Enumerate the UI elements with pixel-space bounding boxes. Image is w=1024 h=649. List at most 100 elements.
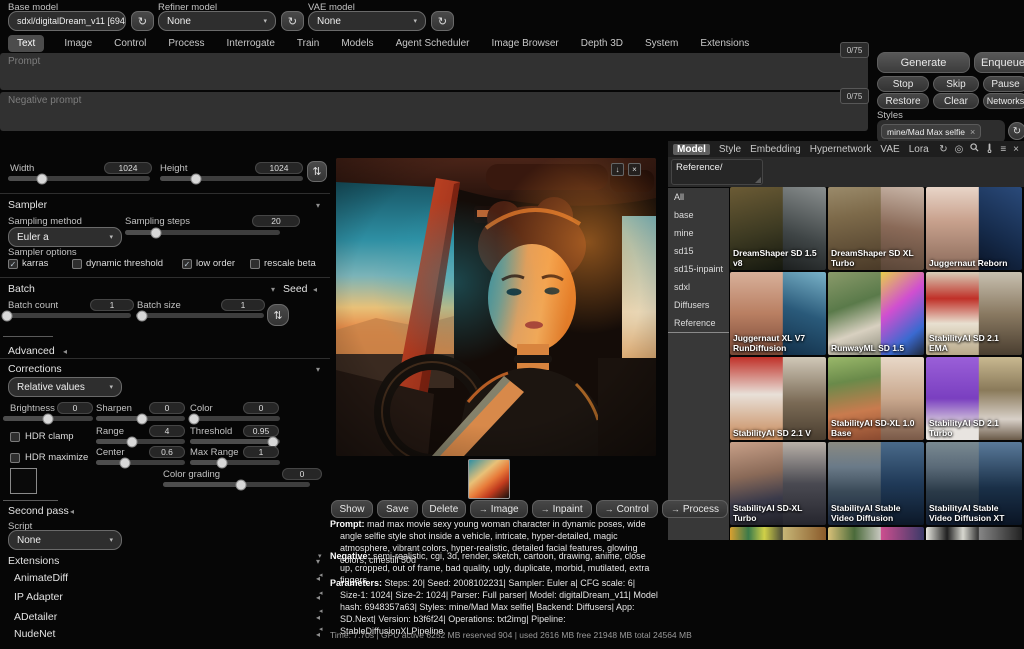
extension-ip-adapter[interactable]: IP Adapter (14, 591, 63, 603)
advanced-section-header[interactable]: Advanced (8, 345, 55, 357)
color-value[interactable]: 0 (243, 402, 279, 414)
threshold-slider[interactable] (190, 439, 280, 444)
model-card[interactable]: StabilityAI Stable Video Diffusion XT (926, 442, 1022, 525)
model-card[interactable] (926, 527, 1022, 540)
save-button[interactable]: Save (377, 500, 418, 518)
search-icon[interactable] (970, 143, 979, 155)
sharpen-value[interactable]: 0 (149, 402, 185, 414)
batch-count-value[interactable]: 1 (90, 299, 134, 311)
networks-tab-lora[interactable]: Lora (909, 144, 929, 155)
style-chip[interactable]: mine/Mad Max selfie× (881, 124, 981, 139)
batch-section-header[interactable]: Batch (8, 283, 35, 295)
clear-button[interactable]: Clear (933, 93, 979, 109)
sampling-method-select[interactable]: Euler a▾ (8, 227, 122, 247)
model-card[interactable]: Juggernaut XL V7 RunDiffusion (730, 272, 826, 355)
skip-button[interactable]: Skip (933, 76, 979, 92)
pause-button[interactable]: Pause (983, 76, 1024, 92)
styles-refresh-button[interactable]: ↻ (1008, 122, 1024, 140)
negative-prompt-input[interactable]: Negative prompt (0, 92, 868, 131)
rescale-beta-checkbox[interactable] (250, 259, 260, 269)
sampler-section-header[interactable]: Sampler (8, 199, 47, 211)
send-to-image-button[interactable]: →Image (470, 500, 528, 518)
collapse-icon[interactable]: ◂ (313, 286, 317, 294)
tab-image[interactable]: Image (62, 35, 94, 52)
scan-icon[interactable]: ◎ (955, 144, 964, 155)
collapse-icon[interactable]: ◂ (70, 508, 74, 516)
swap-dimensions-button[interactable]: ⇅ (307, 161, 327, 182)
tab-system[interactable]: System (643, 35, 680, 52)
collapse-icon[interactable]: ◂ (319, 590, 323, 598)
tab-extensions[interactable]: Extensions (698, 35, 751, 52)
folder-item-sd15[interactable]: sd15 (668, 242, 729, 260)
stop-button[interactable]: Stop (877, 76, 929, 92)
refiner-model-refresh-button[interactable]: ↻ (281, 11, 304, 31)
max-range-value[interactable]: 1 (243, 446, 279, 458)
model-card[interactable]: Juggernaut Reborn (926, 187, 1022, 270)
vae-model-select[interactable]: None▾ (308, 11, 426, 31)
tab-image-browser[interactable]: Image Browser (490, 35, 561, 52)
networks-tab-embedding[interactable]: Embedding (750, 144, 801, 155)
model-card[interactable] (828, 527, 924, 540)
center-slider[interactable] (96, 460, 185, 465)
second-pass-section-header[interactable]: Second pass (8, 505, 69, 517)
model-card[interactable]: StabilityAI SD 2.1 Turbo (926, 357, 1022, 440)
seed-section-header[interactable]: Seed (283, 283, 308, 295)
refresh-icon[interactable]: ↻ (939, 144, 947, 155)
base-model-refresh-button[interactable]: ↻ (131, 11, 154, 31)
send-to-control-button[interactable]: →Control (596, 500, 658, 518)
range-slider[interactable] (96, 439, 185, 444)
folder-item-base[interactable]: base (668, 206, 729, 224)
center-value[interactable]: 0.6 (149, 446, 185, 458)
script-select[interactable]: None▾ (8, 530, 122, 550)
swap-batch-button[interactable]: ⇅ (267, 304, 289, 326)
collapse-icon[interactable]: ◂ (319, 572, 323, 580)
restore-button[interactable]: Restore (877, 93, 929, 109)
collapse-icon[interactable]: ▾ (271, 286, 275, 294)
collapse-icon[interactable]: ▾ (316, 202, 320, 210)
tab-agent-scheduler[interactable]: Agent Scheduler (394, 35, 472, 52)
close-icon[interactable]: × (1013, 144, 1019, 155)
color-grading-value[interactable]: 0 (282, 468, 322, 480)
height-value[interactable]: 1024 (255, 162, 303, 174)
model-card[interactable]: StabilityAI SD 2.1 V (730, 357, 826, 440)
tab-models[interactable]: Models (339, 35, 375, 52)
collapse-icon[interactable]: ◂ (319, 608, 323, 616)
width-slider[interactable] (8, 176, 150, 181)
collapse-icon[interactable]: ▾ (318, 553, 322, 561)
networks-tab-model[interactable]: Model (673, 144, 710, 155)
batch-size-slider[interactable] (136, 313, 264, 318)
extension-animatediff[interactable]: AnimateDiff (14, 572, 68, 584)
refiner-model-select[interactable]: None▾ (158, 11, 276, 31)
folder-item-sd15-inpaint[interactable]: sd15-inpaint (668, 260, 729, 278)
folder-item-reference[interactable]: Reference (668, 314, 729, 333)
generate-button[interactable]: Generate (877, 52, 970, 73)
sampling-steps-value[interactable]: 20 (252, 215, 300, 227)
model-card[interactable]: StabilityAI SD-XL Turbo (730, 442, 826, 525)
folder-item-mine[interactable]: mine (668, 224, 729, 242)
color-swatch[interactable] (10, 468, 37, 494)
max-range-slider[interactable] (190, 460, 280, 465)
tab-depth-3d[interactable]: Depth 3D (579, 35, 625, 52)
model-card[interactable]: StabilityAI SD 2.1 EMA (926, 272, 1022, 355)
model-card[interactable] (730, 527, 826, 540)
corrections-section-header[interactable]: Corrections (8, 363, 62, 375)
color-slider[interactable] (190, 416, 280, 421)
height-slider[interactable] (160, 176, 303, 181)
remove-style-icon[interactable]: × (970, 127, 975, 137)
model-card[interactable]: RunwayML SD 1.5 (828, 272, 924, 355)
show-button[interactable]: Show (331, 500, 373, 518)
hdr-maximize-checkbox[interactable] (10, 453, 20, 463)
color-grading-slider[interactable] (163, 482, 310, 487)
sharpen-slider[interactable] (96, 416, 185, 421)
low-order-checkbox[interactable] (182, 259, 192, 269)
tab-train[interactable]: Train (295, 35, 321, 52)
folder-item-sdxl[interactable]: sdxl (668, 278, 729, 296)
generated-image[interactable]: ↓ × (336, 158, 656, 456)
networks-tab-vae[interactable]: VAE (880, 144, 899, 155)
base-model-select[interactable]: sdxl/digitalDream_v11 [6948:▾ (8, 11, 126, 31)
sampling-steps-slider[interactable] (125, 230, 280, 235)
pin-icon[interactable] (986, 143, 993, 156)
delete-button[interactable]: Delete (422, 500, 466, 518)
networks-filter-input[interactable]: Reference/ (671, 159, 763, 185)
collapse-icon[interactable]: ◂ (319, 626, 323, 634)
